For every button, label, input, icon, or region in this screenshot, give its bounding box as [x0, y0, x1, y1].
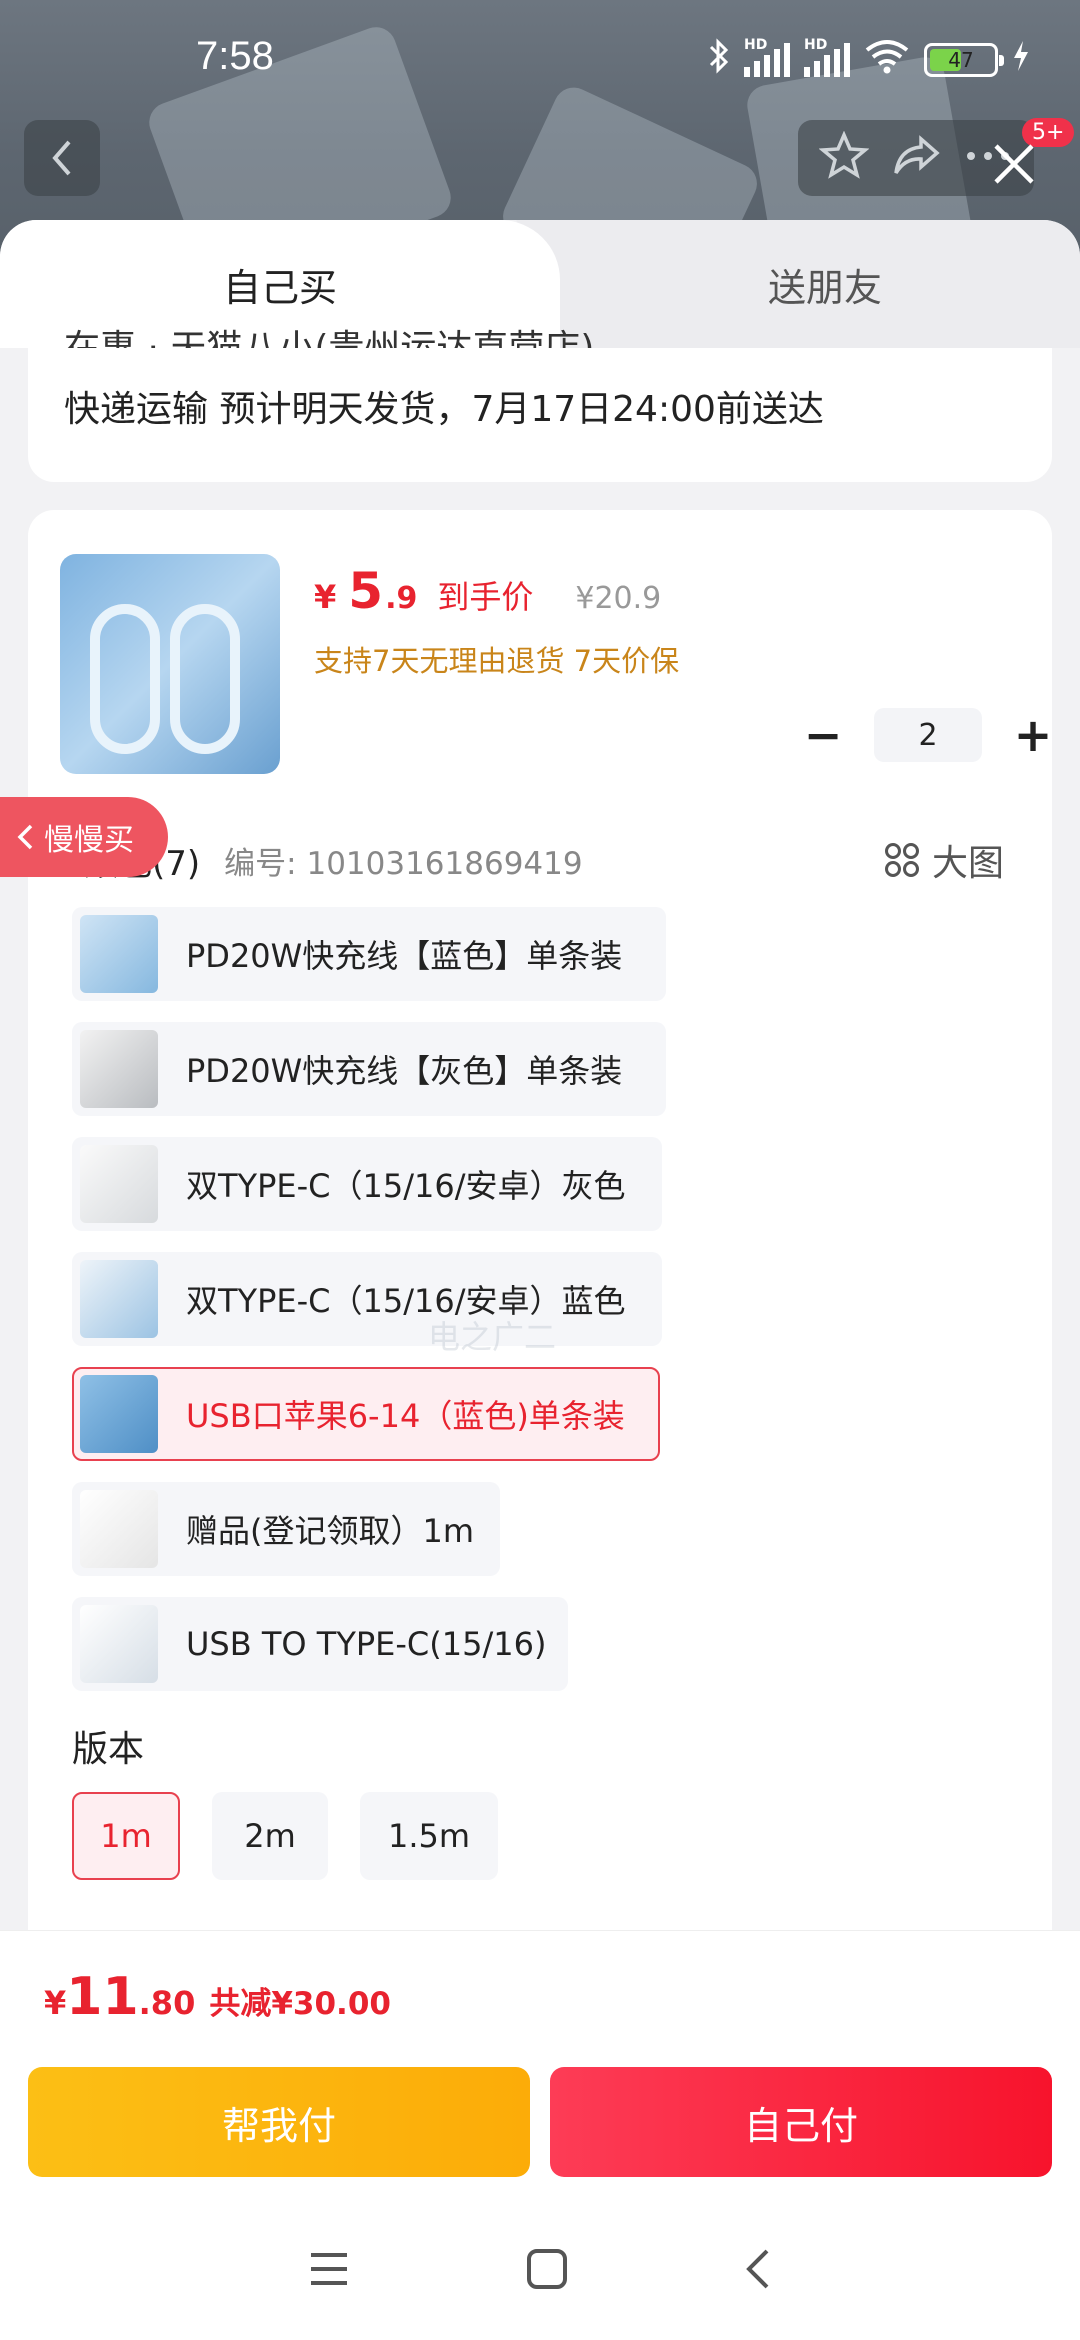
variant-option[interactable]: 赠品(登记领取）1m — [72, 1482, 500, 1576]
total-currency: ¥ — [44, 1984, 67, 2022]
status-bar: 7:58 HD HD 47 — [0, 0, 1080, 120]
back-nav-icon[interactable] — [743, 2247, 773, 2295]
quantity-input[interactable]: 2 — [874, 708, 982, 762]
self-pay-button[interactable]: 自己付 — [550, 2067, 1052, 2177]
variant-thumbnail — [80, 1145, 158, 1223]
variant-thumbnail — [80, 915, 158, 993]
price-tag: 到手价 — [437, 578, 534, 616]
variant-thumbnail — [80, 1260, 158, 1338]
shop-info-clipped: 在惠 · 天猫八小(贵州运达直营店) — [64, 326, 594, 348]
bluetooth-icon — [708, 38, 730, 82]
price-currency: ¥ — [314, 578, 337, 616]
variant-label: USB口苹果6-14（蓝色)单条装 — [186, 1397, 625, 1435]
price-decimal: .9 — [385, 581, 418, 616]
increase-button[interactable]: + — [1008, 708, 1058, 762]
quantity-stepper: − 2 + — [798, 708, 1058, 762]
variant-option[interactable]: PD20W快充线【蓝色】单条装 — [72, 907, 666, 1001]
variant-label: 赠品(登记领取）1m — [186, 1512, 475, 1550]
tab-gift-friend[interactable]: 送朋友 — [530, 220, 1080, 348]
total-integer: 11 — [66, 1967, 139, 2027]
share-icon[interactable] — [891, 131, 941, 185]
chevron-left-icon — [17, 824, 33, 850]
total-price: ¥ 11 .80 共减¥30.00 — [44, 1967, 391, 2027]
total-saving: 共减¥30.00 — [209, 1986, 391, 2022]
shipping-card: 在惠 · 天猫八小(贵州运达直营店) 快递运输 预计明天发货，7月17日24:0… — [28, 328, 1052, 482]
help-pay-button[interactable]: 帮我付 — [28, 2067, 530, 2177]
version-option[interactable]: 2m — [212, 1792, 328, 1880]
variant-thumbnail — [80, 1030, 158, 1108]
close-icon[interactable] — [986, 136, 1042, 192]
variant-thumbnail — [80, 1375, 158, 1453]
signal-icon-2: HD — [804, 37, 850, 77]
battery-icon: 47 — [924, 43, 1004, 77]
variant-option[interactable]: 双TYPE-C（15/16/安卓）灰色 — [72, 1137, 662, 1231]
sku-card: ¥ 5 .9 到手价 ¥20.9 支持7天无理由退货 7天价保 − 2 + 颜色… — [28, 510, 1052, 1930]
variant-option[interactable]: USB TO TYPE-C(15/16) — [72, 1597, 568, 1691]
total-decimal: .80 — [138, 1984, 196, 2022]
guarantee-text: 支持7天无理由退货 7天价保 — [314, 644, 680, 678]
variant-option[interactable]: PD20W快充线【灰色】单条装 — [72, 1022, 666, 1116]
variant-label: PD20W快充线【灰色】单条装 — [186, 1052, 623, 1090]
original-price: ¥20.9 — [575, 581, 662, 616]
variant-option[interactable]: 双TYPE-C（15/16/安卓）蓝色 — [72, 1252, 662, 1346]
variant-label: 双TYPE-C（15/16/安卓）蓝色 — [186, 1282, 626, 1320]
big-image-button[interactable]: 大图 — [884, 834, 1004, 886]
variant-label: PD20W快充线【蓝色】单条装 — [186, 937, 623, 975]
variant-option-selected[interactable]: USB口苹果6-14（蓝色)单条装 — [72, 1367, 660, 1461]
decrease-button[interactable]: − — [798, 708, 848, 762]
product-thumbnail[interactable] — [60, 554, 280, 774]
sku-code: 编号: 10103161869419 — [224, 845, 583, 882]
slow-buy-button[interactable]: 慢慢买 — [0, 797, 168, 877]
color-header: 颜色(7) 编号: 10103161869419 大图 — [84, 830, 1044, 890]
status-time: 7:58 — [196, 34, 274, 78]
charging-icon — [1012, 40, 1030, 80]
price-row: ¥ 5 .9 到手价 ¥20.9 — [314, 562, 661, 620]
system-nav-bar — [0, 2231, 1080, 2311]
version-option-selected[interactable]: 1m — [72, 1792, 180, 1880]
favorite-star-icon[interactable] — [818, 130, 870, 185]
watermark: 电之广二 — [428, 1318, 557, 1356]
variant-thumbnail — [80, 1605, 158, 1683]
price-integer: 5 — [348, 562, 384, 620]
variant-label: USB TO TYPE-C(15/16) — [186, 1625, 547, 1663]
shipping-info: 快递运输 预计明天发货，7月17日24:00前送达 — [64, 389, 824, 430]
version-option[interactable]: 1.5m — [360, 1792, 498, 1880]
version-title: 版本 — [72, 1729, 145, 1770]
variant-label: 双TYPE-C（15/16/安卓）灰色 — [186, 1167, 626, 1205]
home-icon[interactable] — [525, 2247, 569, 2295]
back-button[interactable] — [24, 120, 100, 196]
checkout-footer: ¥ 11 .80 共减¥30.00 帮我付 自己付 — [0, 1930, 1080, 2340]
purchase-sheet: 送朋友 自己买 在惠 · 天猫八小(贵州运达直营店) 快递运输 预计明天发货，7… — [0, 220, 1080, 1930]
big-image-label: 大图 — [931, 843, 1004, 884]
chevron-left-icon — [52, 140, 71, 176]
variant-thumbnail — [80, 1490, 158, 1568]
slow-buy-label: 慢慢买 — [44, 823, 134, 858]
wifi-icon — [864, 38, 910, 82]
menu-icon[interactable] — [307, 2249, 351, 2293]
signal-icon: HD — [744, 37, 790, 77]
grid-icon — [884, 843, 919, 877]
